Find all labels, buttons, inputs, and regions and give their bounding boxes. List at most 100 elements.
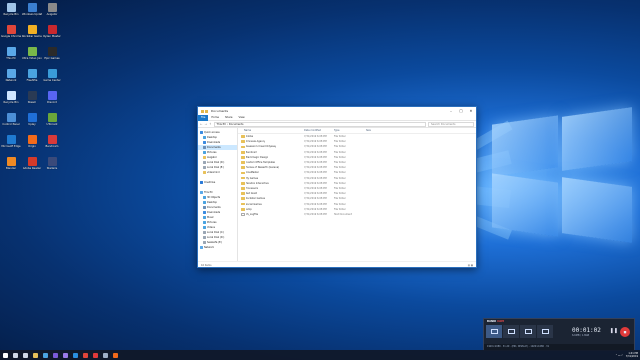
bandicam-icon xyxy=(92,352,98,358)
maximize-button[interactable]: □ xyxy=(456,107,466,115)
desktop-icon[interactable]: Windows Update xyxy=(22,3,42,16)
folder-icon xyxy=(241,150,245,154)
file-explorer-window[interactable]: Documents – □ ✕ File Home Share View ← →… xyxy=(197,106,477,268)
tab-file[interactable]: File xyxy=(198,114,209,121)
mode-button[interactable] xyxy=(537,325,553,338)
desktop-icon[interactable]: Uplay xyxy=(22,113,42,126)
taskbar-apps xyxy=(0,350,120,360)
after-effects-icon xyxy=(62,352,68,358)
desktop-icon[interactable]: Network xyxy=(1,69,21,82)
taskbar-button[interactable] xyxy=(40,350,50,360)
taskbar-button[interactable] xyxy=(70,350,80,360)
desktop-icon[interactable]: Recycle Bin xyxy=(1,91,21,104)
desktop-icon[interactable]: Microsoft Edge xyxy=(1,135,21,148)
file-date: 7/31/2019 6:08 PM xyxy=(304,186,327,190)
desktop-icon[interactable]: Recycle Bin xyxy=(1,3,21,16)
desktop-icon[interactable]: Origin xyxy=(22,135,42,148)
file-name: KineMaster xyxy=(245,171,259,175)
taskbar-button[interactable] xyxy=(90,350,100,360)
close-button[interactable]: ✕ xyxy=(466,107,476,115)
title-bar[interactable]: Documents – □ ✕ xyxy=(198,107,476,115)
taskbar-button[interactable] xyxy=(80,350,90,360)
mode-button[interactable] xyxy=(486,325,502,338)
tab-home[interactable]: Home xyxy=(208,116,222,119)
address-bar-row: ← → ↑ This PC › Documents Search Documen… xyxy=(198,121,476,128)
taskbar-button[interactable] xyxy=(0,350,10,360)
file-date: 7/31/2019 6:08 PM xyxy=(304,192,327,196)
webcam-icon xyxy=(541,329,549,334)
file-type: File folder xyxy=(334,186,346,190)
desktop-icon[interactable]: Discord xyxy=(42,91,62,104)
pause-icon[interactable]: ❚❚ xyxy=(610,328,618,334)
tab-view[interactable]: View xyxy=(236,116,248,119)
forward-arrow-icon[interactable]: → xyxy=(205,122,208,126)
folder-icon xyxy=(241,135,245,138)
desktop-icon-label: Microsoft Edge xyxy=(1,145,21,148)
file-type: File folder xyxy=(334,140,346,144)
minimize-button[interactable]: – xyxy=(446,107,456,115)
desktop-icon-label: Bandicam xyxy=(45,145,59,148)
control-panel-icon xyxy=(6,113,16,122)
taskbar-button[interactable] xyxy=(10,350,20,360)
taskbar-button[interactable] xyxy=(30,350,40,360)
column-date[interactable]: Date modified xyxy=(304,129,334,132)
taskbar-button[interactable] xyxy=(20,350,30,360)
stop-record-button[interactable]: ■ xyxy=(620,327,630,337)
desktop-icon[interactable]: Stellaris xyxy=(42,157,62,170)
search-input[interactable]: Search Documents xyxy=(428,121,474,127)
file-date: 7/31/2019 6:08 PM xyxy=(304,150,327,154)
taskbar-button[interactable] xyxy=(110,350,120,360)
desktop-icon[interactable]: Avigator xyxy=(42,3,62,16)
column-size[interactable]: Size xyxy=(366,129,386,132)
file-row[interactable]: CS_LogFile 7/31/2019 6:08 PM Text Document xyxy=(238,212,476,217)
nav-item-label: Downloads xyxy=(207,141,221,144)
desktop-icon[interactable]: Ryzen Master xyxy=(42,25,62,38)
file-name-cell: Assassin's Creed Odyssey xyxy=(238,145,304,148)
mode-button[interactable] xyxy=(503,325,519,338)
desktop-icon[interactable]: Ultra Video Joiner xyxy=(22,47,42,60)
back-arrow-icon[interactable]: ← xyxy=(200,122,203,126)
tab-share[interactable]: Share xyxy=(222,116,236,119)
desktop-icon[interactable]: Flashfile xyxy=(22,69,42,82)
file-date: 7/31/2019 6:08 PM xyxy=(304,212,327,216)
status-bar: 16 items ▤ ▦ xyxy=(198,261,476,268)
taskbar-button[interactable] xyxy=(50,350,60,360)
desktop-icon[interactable]: Adobe Reader xyxy=(22,157,42,170)
desktop-icon[interactable]: Control Panel xyxy=(1,113,21,126)
up-arrow-icon[interactable]: ↑ xyxy=(209,122,212,126)
mode-button[interactable] xyxy=(520,325,536,338)
taskbar-button[interactable] xyxy=(60,350,70,360)
desktop-icon[interactable]: This PC xyxy=(1,47,21,60)
taskbar-button[interactable] xyxy=(100,350,110,360)
discord-icon xyxy=(47,91,57,100)
desktop-icon[interactable]: Game Center xyxy=(42,69,62,82)
file-date: 7/31/2019 6:08 PM xyxy=(304,166,327,170)
desktop-icon[interactable]: Google Chrome xyxy=(1,25,21,38)
nav-item[interactable]: Network xyxy=(198,245,237,250)
file-date: 7/31/2019 6:08 PM xyxy=(304,161,327,165)
desktop-icon[interactable]: Epic Games xyxy=(42,47,62,60)
bandicam-panel[interactable]: BANDI CAM 00:01:02 6.6MB / 1.8GB ❚❚ ■ 192… xyxy=(483,318,635,351)
recycle-bin-icon xyxy=(6,91,16,100)
desktop-icon[interactable]: Blender xyxy=(1,157,21,170)
folder-icon xyxy=(200,191,203,194)
nav-item-label: Local Disk (D:) xyxy=(207,161,225,164)
column-type[interactable]: Type xyxy=(334,129,366,132)
desktop-icon[interactable]: UTorrent xyxy=(42,113,62,126)
clock[interactable]: 1:41 PM 7/31/2019 xyxy=(626,352,638,358)
file-name: CS_LogFile xyxy=(245,212,259,216)
address-bar[interactable]: This PC › Documents xyxy=(213,121,426,127)
nav-item-label: Desktop xyxy=(207,201,217,204)
column-name[interactable]: Name xyxy=(238,129,304,132)
desktop-icon-label: Adobe Reader xyxy=(22,167,42,170)
desktop-icon[interactable]: Steam xyxy=(22,91,42,104)
file-name-cell: Blackmagic Design xyxy=(238,156,304,159)
folder-icon xyxy=(203,241,206,244)
desktop-icon[interactable]: Rockstar Games xyxy=(22,25,42,38)
file-date: 7/31/2019 6:08 PM xyxy=(304,140,327,144)
desktop-icon[interactable]: Bandicam xyxy=(42,135,62,148)
bandicam-brand-accent: CAM xyxy=(497,320,504,323)
file-name-cell: Amnesia Agency xyxy=(238,140,304,143)
view-toggle-icons[interactable]: ▤ ▦ xyxy=(468,264,473,267)
notification-area-icons[interactable]: ⌃ ▭ ♪ xyxy=(615,354,622,357)
